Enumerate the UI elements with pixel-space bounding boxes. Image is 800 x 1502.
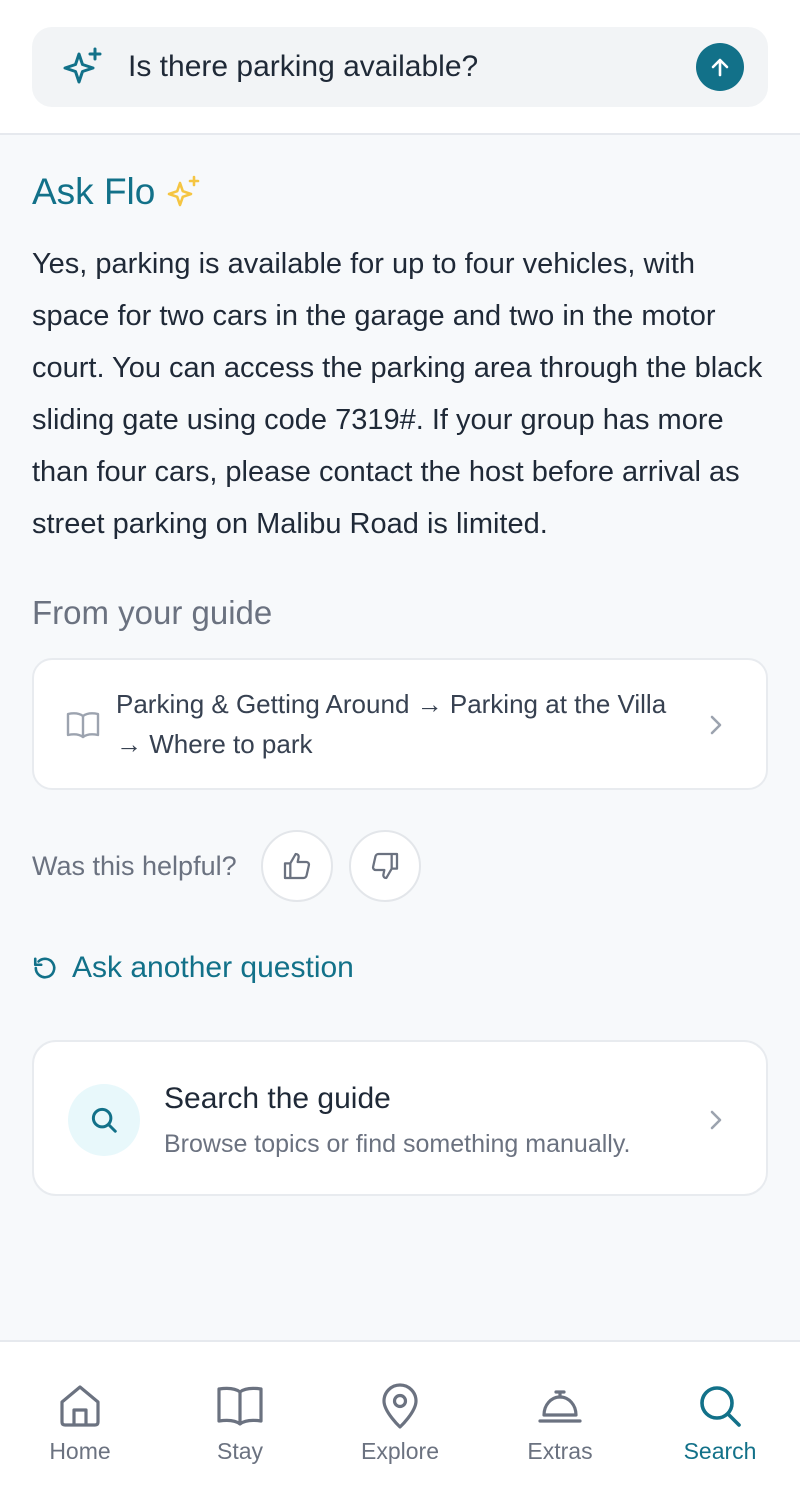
sparkles-icon [168, 175, 200, 207]
nav-item-search[interactable]: Search [640, 1342, 800, 1502]
service-bell-icon [538, 1390, 582, 1423]
search-guide-title: Search the guide [164, 1082, 391, 1115]
chevron-right-icon [710, 1110, 722, 1130]
map-pin-icon [382, 1383, 418, 1429]
query-text[interactable]: Is there parking available? [128, 27, 478, 107]
chevron-right-icon [710, 715, 722, 735]
guide-source-card[interactable]: Parking & Getting Around → Parking at th… [32, 658, 768, 790]
thumbs-up-icon [283, 852, 310, 880]
book-icon [217, 1386, 263, 1426]
nav-item-explore[interactable]: Explore [320, 1342, 480, 1502]
thumbs-down-icon [371, 852, 398, 880]
nav-label-explore: Explore [361, 1438, 439, 1464]
search-icon [91, 1107, 117, 1133]
nav-label-extras: Extras [527, 1438, 593, 1464]
nav-label-home: Home [49, 1438, 111, 1464]
nav-item-extras[interactable]: Extras [480, 1342, 640, 1502]
home-icon [60, 1385, 100, 1427]
nav-label-search: Search [683, 1438, 757, 1464]
guide-heading: From your guide [32, 594, 273, 631]
bottom-nav: Home Stay Explore Extras Search [0, 1340, 800, 1502]
thumbs-down-button[interactable] [348, 830, 421, 902]
search-guide-card[interactable]: Search the guide Browse topics or find s… [32, 1040, 768, 1196]
guide-source-path: Parking & Getting Around → Parking at th… [116, 689, 667, 759]
sparkles-icon [63, 47, 102, 84]
feedback-row: Was this helpful? [32, 830, 437, 902]
submit-button[interactable] [696, 43, 744, 91]
top-bar: Is there parking available? [0, 0, 800, 135]
book-open-icon [66, 712, 100, 739]
query-bar[interactable]: Is there parking available? [32, 27, 768, 107]
arrow-up-icon [711, 58, 729, 77]
search-guide-subtitle: Browse topics or find something manually… [164, 1130, 631, 1158]
thumbs-up-button[interactable] [260, 830, 333, 902]
nav-item-home[interactable]: Home [0, 1342, 160, 1502]
answer-title-text: Ask Flo [32, 171, 156, 212]
answer-text: Yes, parking is available for up to four… [32, 248, 763, 540]
search-icon [700, 1386, 741, 1427]
ask-another-question-link[interactable]: Ask another question [32, 946, 354, 990]
search-icon-badge [68, 1084, 140, 1156]
refresh-icon [33, 957, 56, 979]
ask-another-label: Ask another question [72, 951, 354, 984]
nav-label-stay: Stay [216, 1438, 264, 1464]
feedback-label: Was this helpful? [32, 850, 237, 881]
nav-item-stay[interactable]: Stay [160, 1342, 320, 1502]
answer-title: Ask Flo [32, 168, 201, 216]
